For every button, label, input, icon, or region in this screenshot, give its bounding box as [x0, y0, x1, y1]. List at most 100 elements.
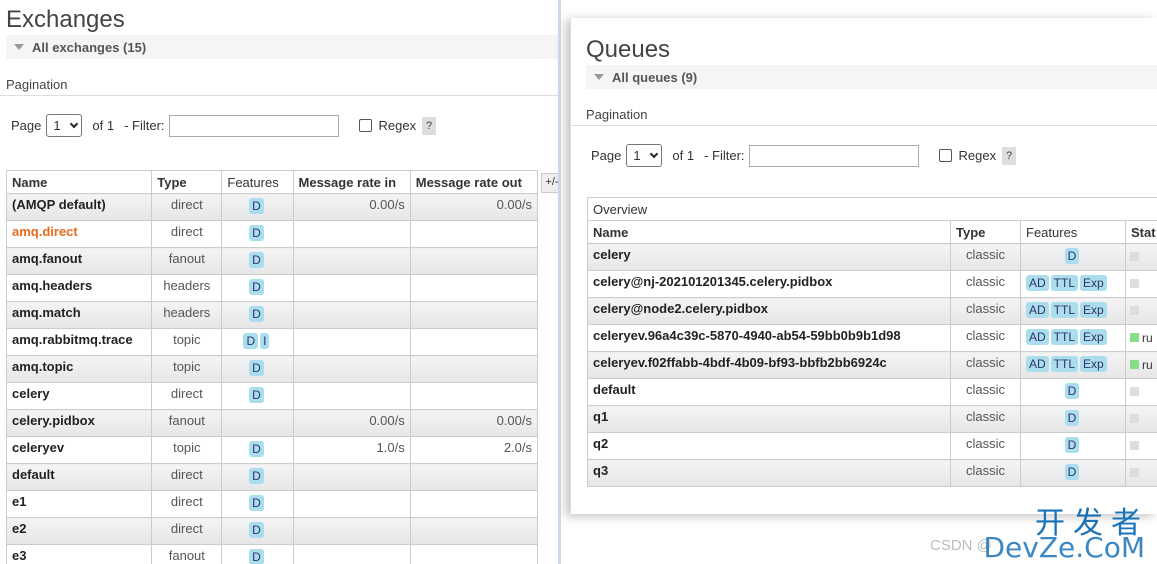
exchange-type: direct: [151, 517, 223, 545]
exchange-name-link[interactable]: celeryev: [5, 436, 153, 464]
table-row[interactable]: (AMQP default) direct D 0.00/s 0.00/s: [5, 193, 539, 221]
table-row[interactable]: celery.pidbox fanout 0.00/s 0.00/s: [5, 409, 539, 437]
rate-out: [409, 247, 539, 275]
queue-name-link[interactable]: q1: [587, 405, 951, 433]
table-row[interactable]: celeryev.f02ffabb-4bdf-4b09-bf93-bbfb2bb…: [587, 351, 1157, 379]
exchange-name-link[interactable]: celery: [5, 382, 153, 410]
queue-name-link[interactable]: celery@nj-202101201345.celery.pidbox: [587, 270, 951, 298]
rate-out: 2.0/s: [409, 436, 539, 464]
col-name[interactable]: Name: [587, 220, 951, 244]
queue-name-link[interactable]: default: [587, 378, 951, 406]
exchange-name-link[interactable]: (AMQP default): [5, 193, 153, 221]
table-row[interactable]: e3 fanout D: [5, 544, 539, 564]
table-row[interactable]: q2 classic D: [587, 432, 1157, 460]
feature-badge: Exp: [1080, 356, 1107, 372]
overview-row: Overview: [587, 197, 1157, 221]
rate-out: [409, 301, 539, 329]
table-row[interactable]: celeryev.96a4c39c-5870-4940-ab54-59bb0b9…: [587, 324, 1157, 352]
rate-in: 0.00/s: [292, 193, 411, 221]
rate-out: [409, 517, 539, 545]
feature-badge: AD: [1026, 329, 1049, 345]
feature-badge: D: [249, 387, 264, 403]
col-type[interactable]: Type: [950, 220, 1021, 244]
exchange-features: D: [221, 247, 294, 275]
queue-name-link[interactable]: celery: [587, 243, 951, 271]
feature-badge: D: [249, 468, 264, 484]
table-row[interactable]: amq.headers headers D: [5, 274, 539, 302]
all-exchanges-header[interactable]: All exchanges (15): [6, 35, 560, 59]
exchange-name-link[interactable]: amq.fanout: [5, 247, 153, 275]
col-rate-out[interactable]: Message rate out: [409, 170, 539, 194]
exchange-type: fanout: [151, 409, 223, 437]
exchange-name-link[interactable]: amq.direct: [5, 220, 153, 248]
page-label: Page: [591, 148, 622, 163]
table-row[interactable]: amq.direct direct D: [5, 220, 539, 248]
exchanges-header-row: Name Type Features Message rate in Messa…: [5, 170, 539, 194]
state-text: ru: [1142, 358, 1153, 372]
feature-badge: D: [249, 360, 264, 376]
col-state[interactable]: Stat: [1125, 220, 1157, 244]
pagination-label: Pagination: [571, 107, 1157, 126]
page-of-label: of 1: [672, 148, 695, 163]
table-row[interactable]: q3 classic D: [587, 459, 1157, 487]
table-row[interactable]: default classic D: [587, 378, 1157, 406]
queue-type: classic: [950, 405, 1021, 433]
regex-label: Regex: [378, 118, 417, 133]
table-row[interactable]: celery direct D: [5, 382, 539, 410]
all-queues-header[interactable]: All queues (9): [586, 65, 1157, 89]
exchange-features: DI: [221, 328, 294, 356]
exchange-name-link[interactable]: e2: [5, 517, 153, 545]
exchange-type: topic: [151, 436, 223, 464]
page-select[interactable]: 1: [46, 114, 83, 137]
exchange-name-link[interactable]: amq.headers: [5, 274, 153, 302]
exchange-name-link[interactable]: celery.pidbox: [5, 409, 153, 437]
table-row[interactable]: e1 direct D: [5, 490, 539, 518]
table-row[interactable]: amq.fanout fanout D: [5, 247, 539, 275]
regex-help-button[interactable]: ?: [1002, 146, 1017, 165]
exchange-name-link[interactable]: e1: [5, 490, 153, 518]
queue-features: AD TTL Exp: [1020, 351, 1126, 379]
filter-input[interactable]: [748, 144, 919, 167]
exchange-features: D: [221, 301, 294, 329]
table-row[interactable]: celery classic D: [587, 243, 1157, 271]
table-row[interactable]: celery@node2.celery.pidbox classic AD TTL Ex…: [587, 297, 1157, 325]
col-rate-in[interactable]: Message rate in: [292, 170, 411, 194]
feature-badge: I: [260, 333, 270, 349]
queue-state: ru: [1125, 351, 1157, 379]
col-name[interactable]: Name: [5, 170, 153, 194]
col-type[interactable]: Type: [151, 170, 223, 194]
table-row[interactable]: celeryev topic D 1.0/s 2.0/s: [5, 436, 539, 464]
table-row[interactable]: amq.rabbitmq.trace topic D I: [5, 328, 539, 356]
exchange-type: headers: [151, 301, 223, 329]
exchanges-panel: Exchanges All exchanges (15) Pagination …: [0, 0, 560, 564]
table-row[interactable]: amq.topic topic D: [5, 355, 539, 383]
table-row[interactable]: e2 direct D: [5, 517, 539, 545]
feature-badge: TTL: [1050, 356, 1079, 372]
feature-badge: D: [249, 495, 264, 511]
exchange-name-link[interactable]: amq.match: [5, 301, 153, 329]
exchange-features: D: [221, 193, 294, 221]
exchange-name-link[interactable]: e3: [5, 544, 153, 564]
filter-input[interactable]: [168, 114, 339, 137]
state-indicator-icon: [1130, 414, 1139, 423]
exchange-name-link[interactable]: default: [5, 463, 153, 491]
feature-badge: AD: [1026, 302, 1049, 318]
exchange-features: D: [221, 490, 294, 518]
table-row[interactable]: q1 classic D: [587, 405, 1157, 433]
queue-name-link[interactable]: q2: [587, 432, 951, 460]
queue-name-link[interactable]: q3: [587, 459, 951, 487]
feature-badge: Exp: [1080, 302, 1107, 318]
queue-name-link[interactable]: celeryev.f02ffabb-4bdf-4b09-bf93-bbfb2bb…: [587, 351, 951, 379]
table-row[interactable]: amq.match headers D: [5, 301, 539, 329]
table-row[interactable]: default direct D: [5, 463, 539, 491]
exchange-name-link[interactable]: amq.rabbitmq.trace: [5, 328, 153, 356]
regex-checkbox[interactable]: [938, 149, 952, 162]
exchange-features: D: [221, 544, 294, 564]
page-select[interactable]: 1: [626, 144, 663, 167]
queue-name-link[interactable]: celery@node2.celery.pidbox: [587, 297, 951, 325]
regex-help-button[interactable]: ?: [422, 116, 437, 135]
table-row[interactable]: celery@nj-202101201345.celery.pidbox clas…: [587, 270, 1157, 298]
queue-name-link[interactable]: celeryev.96a4c39c-5870-4940-ab54-59bb0b9…: [587, 324, 951, 352]
exchange-name-link[interactable]: amq.topic: [5, 355, 153, 383]
regex-checkbox[interactable]: [358, 119, 372, 132]
